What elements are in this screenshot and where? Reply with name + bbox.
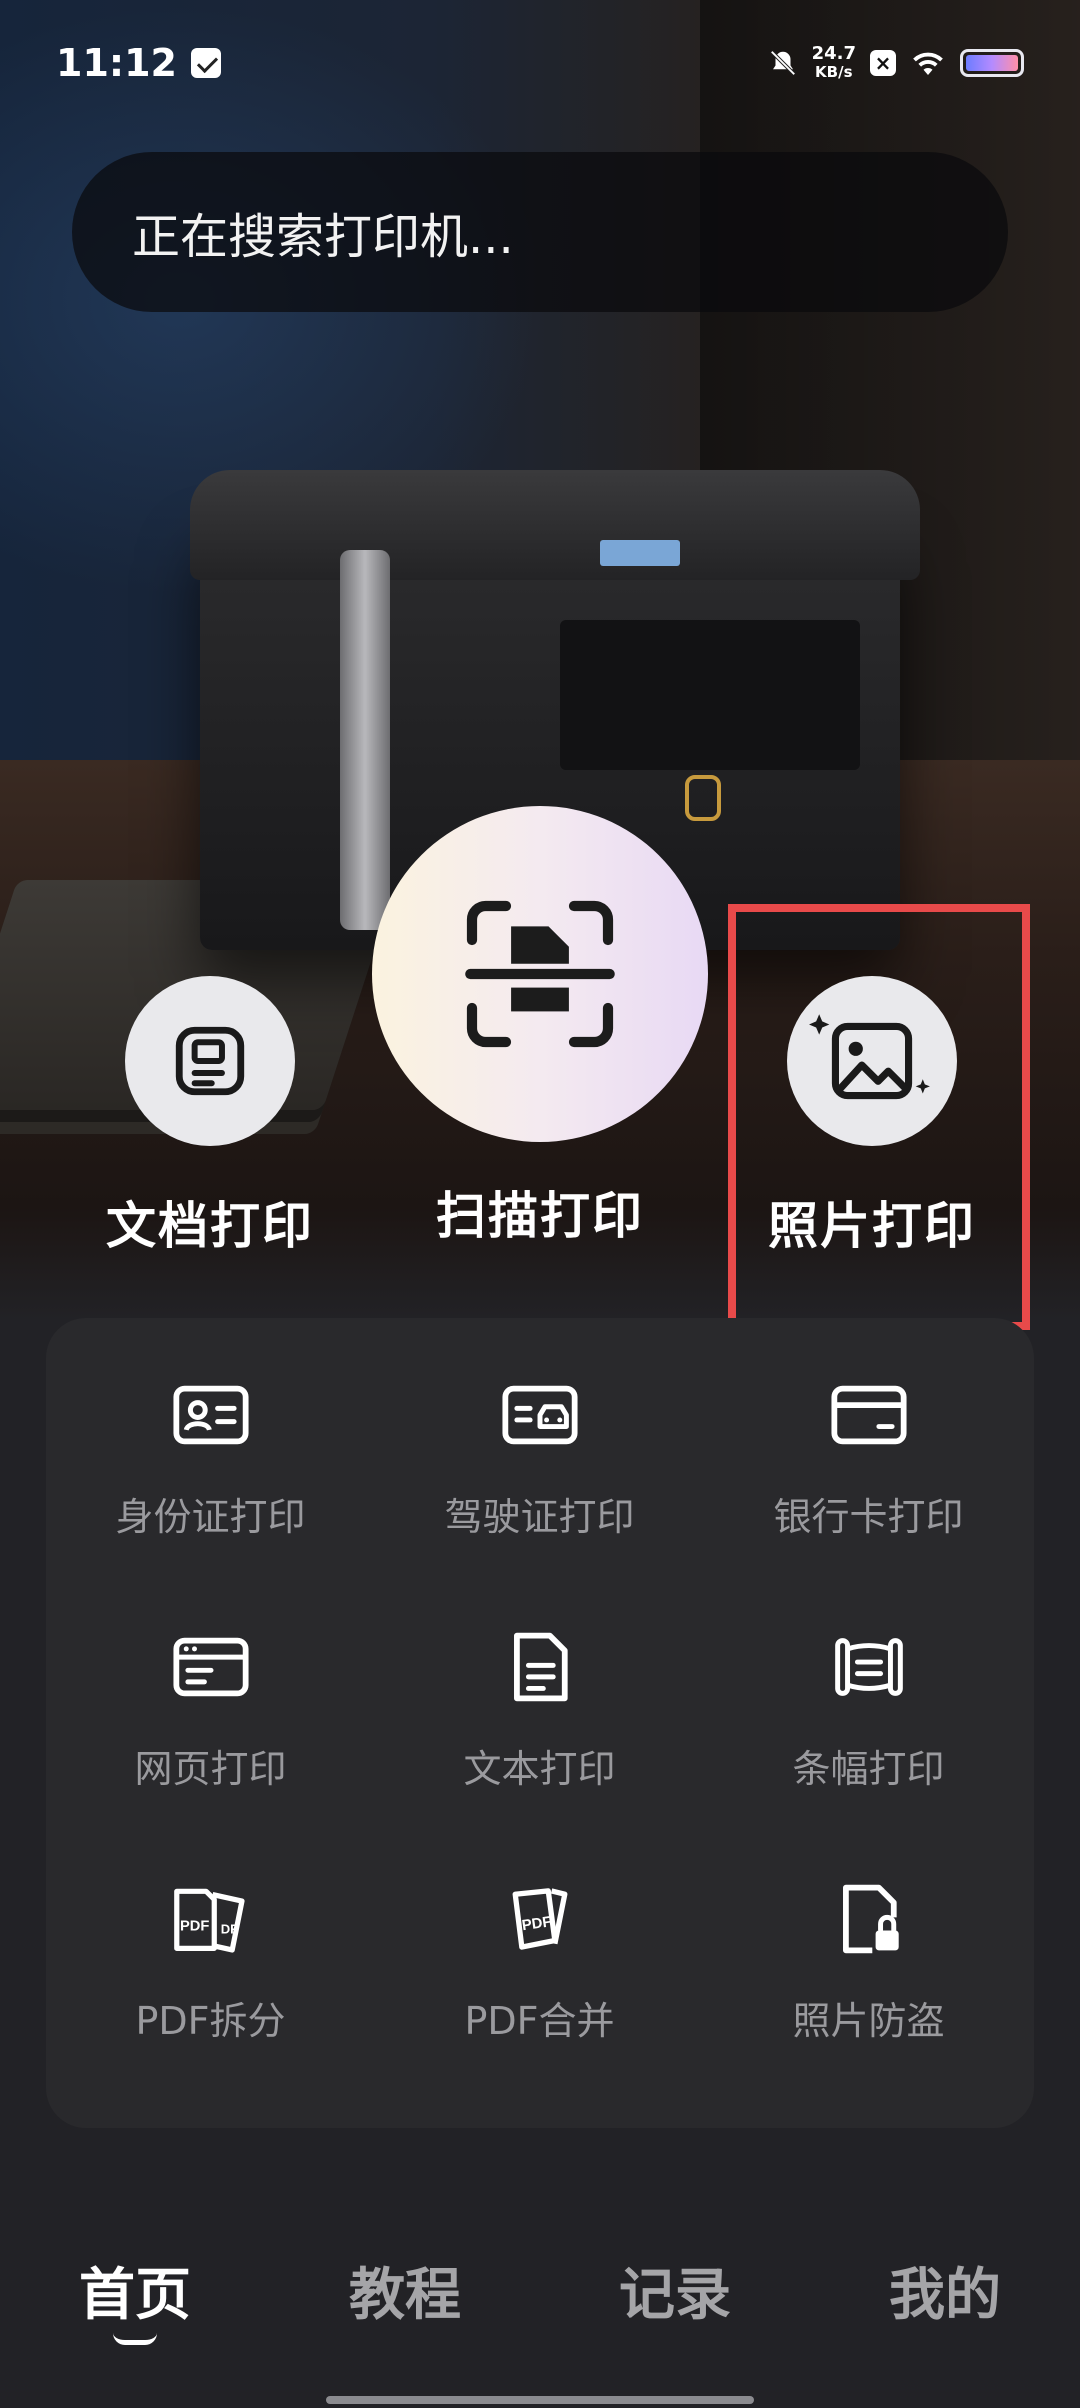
scan-frame-icon [465, 900, 615, 1048]
tool-label: PDF拆分 [135, 1999, 286, 2043]
bottom-nav: 首页 教程 记录 我的 [0, 2240, 1080, 2408]
id-card-icon [166, 1370, 256, 1460]
pdf-merge-icon: PDF [495, 1874, 585, 1964]
nav-mine[interactable]: 我的 [845, 2250, 1045, 2331]
bell-off-icon [770, 50, 796, 76]
svg-text:DF: DF [220, 1922, 237, 1937]
scan-print-label: 扫描打印 [436, 1187, 644, 1245]
nav-mine-label: 我的 [889, 2263, 1001, 2328]
bank-card-icon [824, 1370, 914, 1460]
nav-records[interactable]: 记录 [575, 2250, 775, 2331]
x-badge-icon: × [870, 50, 896, 76]
net-speed: 24.7 KB/s [811, 43, 856, 82]
battery-fill [966, 55, 1018, 71]
tools-panel: 身份证打印 驾驶证打印 银行卡打印 网页打印 文本打印 条幅打印 PDF DF … [46, 1318, 1034, 2128]
nav-records-label: 记录 [619, 2263, 731, 2328]
printer-screen [600, 540, 680, 566]
banner-icon [824, 1622, 914, 1712]
highlight-box [728, 904, 1030, 1330]
document-print-label: 文档打印 [106, 1197, 314, 1255]
status-time: 11:12 [56, 41, 177, 85]
document-print-icon [175, 1026, 245, 1096]
tool-label: 身份证打印 [115, 1495, 306, 1539]
tool-pdf-merge[interactable]: PDF PDF合并 [375, 1822, 704, 2072]
tool-label: PDF合并 [464, 1999, 615, 2043]
document-print-circle [125, 976, 295, 1146]
net-speed-unit: KB/s [815, 63, 853, 81]
scan-print-circle [372, 806, 708, 1142]
status-icons: 24.7 KB/s × [768, 45, 1024, 81]
tool-webpage-print[interactable]: 网页打印 [46, 1570, 375, 1820]
net-speed-value: 24.7 [811, 43, 856, 64]
photo-lock-icon [824, 1874, 914, 1964]
tool-label: 照片防盗 [792, 1999, 945, 2043]
tool-label: 文本打印 [463, 1747, 616, 1791]
nav-tutorial[interactable]: 教程 [305, 2250, 505, 2331]
scan-print-button[interactable]: 扫描打印 [370, 806, 710, 1248]
document-print-button[interactable]: 文档打印 [60, 976, 360, 1258]
tool-driver-license-print[interactable]: 驾驶证打印 [375, 1318, 704, 1568]
home-indicator[interactable] [326, 2396, 754, 2404]
tool-banner-print[interactable]: 条幅打印 [704, 1570, 1033, 1820]
printer-search-text: 正在搜索打印机... [132, 209, 514, 265]
nav-tutorial-label: 教程 [349, 2263, 461, 2328]
pdf-split-icon: PDF DF [166, 1874, 256, 1964]
status-bar: 11:12 24.7 KB/s × [0, 0, 1080, 126]
tool-bank-card-print[interactable]: 银行卡打印 [704, 1318, 1033, 1568]
printer-lid [190, 470, 920, 580]
webpage-icon [166, 1622, 256, 1712]
tool-label: 银行卡打印 [773, 1495, 964, 1539]
printer-tray [560, 620, 860, 770]
tool-text-print[interactable]: 文本打印 [375, 1570, 704, 1820]
printer-search-status[interactable]: 正在搜索打印机... [72, 152, 1008, 312]
battery-icon [960, 49, 1024, 77]
text-file-icon [495, 1622, 585, 1712]
nav-active-indicator [113, 2333, 157, 2345]
driver-license-icon [495, 1370, 585, 1460]
tool-label: 条幅打印 [792, 1747, 945, 1791]
tool-id-card-print[interactable]: 身份证打印 [46, 1318, 375, 1568]
svg-text:PDF: PDF [180, 1918, 209, 1934]
mail-icon [190, 48, 221, 78]
tool-photo-antitheft[interactable]: 照片防盗 [704, 1822, 1033, 2072]
tool-label: 驾驶证打印 [444, 1495, 635, 1539]
wifi-icon [913, 52, 943, 75]
nav-home[interactable]: 首页 [35, 2250, 235, 2345]
tool-pdf-split[interactable]: PDF DF PDF拆分 [46, 1822, 375, 2072]
tool-label: 网页打印 [134, 1747, 287, 1791]
nav-home-label: 首页 [79, 2263, 191, 2328]
